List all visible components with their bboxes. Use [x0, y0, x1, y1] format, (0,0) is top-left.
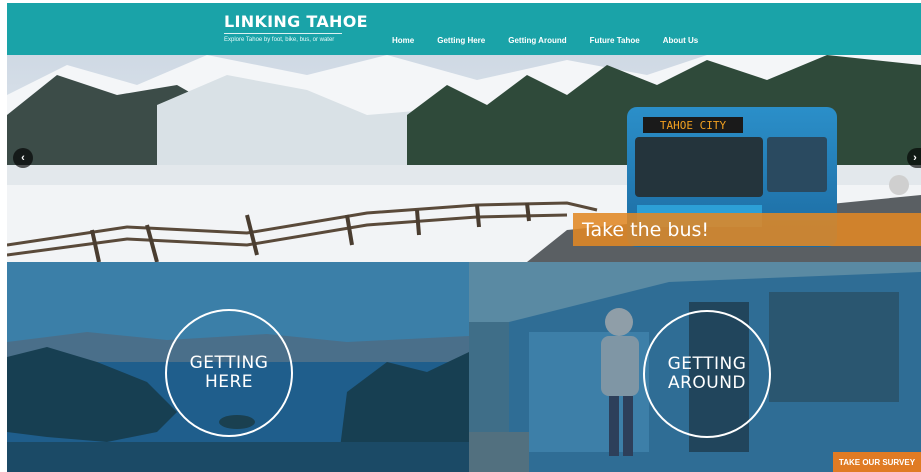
- logo-title[interactable]: LINKING TAHOE: [224, 13, 368, 31]
- logo-divider: [224, 33, 342, 34]
- getting-here-line2: HERE: [204, 372, 254, 392]
- site-header: LINKING TAHOE Explore Tahoe by foot, bik…: [7, 3, 921, 55]
- nav-getting-here[interactable]: Getting Here: [437, 36, 485, 45]
- bus-destination-sign: TAHOE CITY: [660, 119, 727, 132]
- chevron-left-icon: ‹: [21, 152, 25, 164]
- getting-around-panel[interactable]: GETTING AROUND: [469, 262, 921, 472]
- getting-around-line1: GETTING: [667, 354, 747, 374]
- getting-here-line1: GETTING: [189, 353, 269, 373]
- getting-around-circle[interactable]: GETTING AROUND: [643, 310, 771, 438]
- main-nav: Home Getting Here Getting Around Future …: [392, 36, 721, 45]
- nav-about-us[interactable]: About Us: [663, 36, 699, 45]
- site-logo[interactable]: LINKING TAHOE Explore Tahoe by foot, bik…: [224, 13, 368, 43]
- nav-future-tahoe[interactable]: Future Tahoe: [590, 36, 640, 45]
- getting-around-line2: AROUND: [667, 373, 747, 393]
- logo-tagline: Explore Tahoe by foot, bike, bus, or wat…: [224, 37, 335, 43]
- getting-here-circle[interactable]: GETTING HERE: [165, 309, 293, 437]
- take-survey-button[interactable]: TAKE OUR SURVEY: [833, 452, 921, 472]
- next-slide-button[interactable]: ›: [907, 148, 921, 168]
- nav-getting-around[interactable]: Getting Around: [508, 36, 566, 45]
- nav-home[interactable]: Home: [392, 36, 414, 45]
- prev-slide-button[interactable]: ‹: [13, 148, 33, 168]
- getting-here-panel[interactable]: GETTING HERE: [7, 262, 469, 472]
- hero-slider[interactable]: TAHOE CITY ‹ › Take the bus!: [7, 55, 921, 262]
- hero-caption: Take the bus!: [573, 213, 921, 246]
- chevron-right-icon: ›: [913, 152, 917, 164]
